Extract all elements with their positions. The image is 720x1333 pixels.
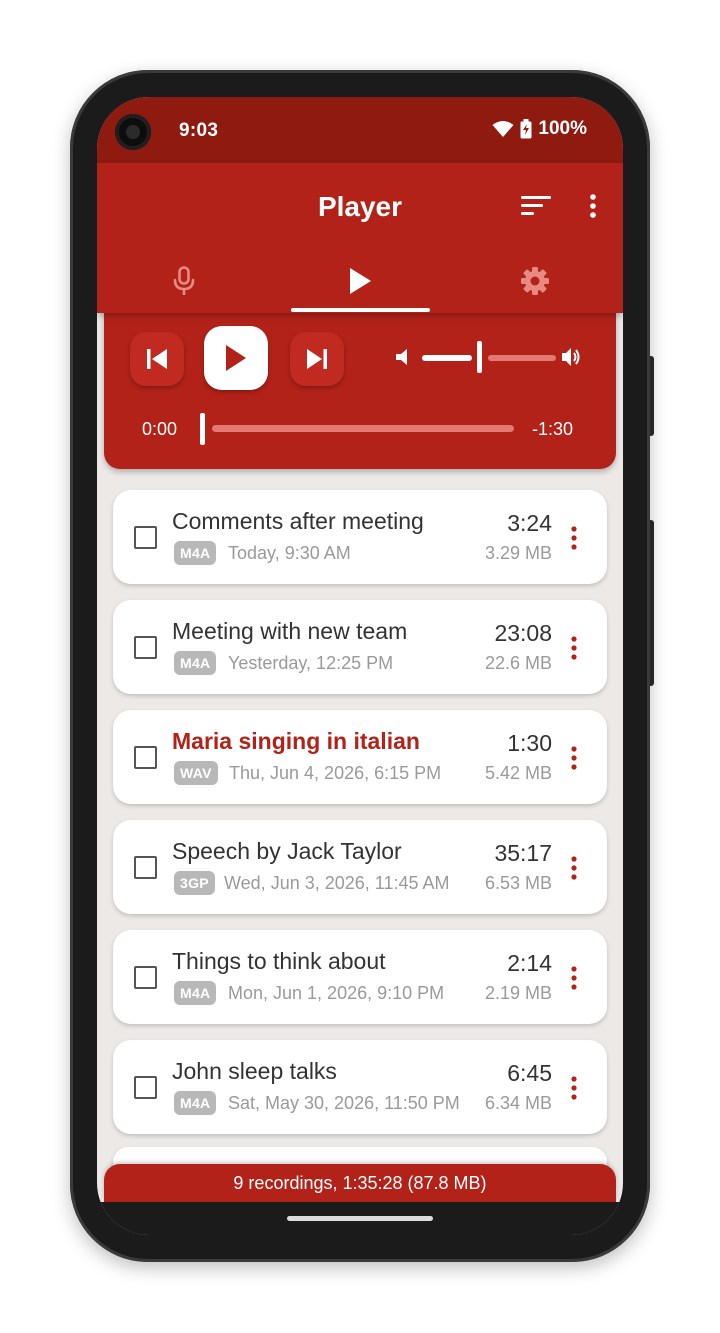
volume-slider-track[interactable] — [488, 355, 556, 361]
recording-card-active[interactable]: Maria singing in italian WAV Thu, Jun 4,… — [113, 710, 607, 804]
screen: 9:03 100% Player 0:00 -1:30 Comments aft… — [97, 97, 623, 1235]
recording-card[interactable]: Comments after meeting M4A Today, 9:30 A… — [113, 490, 607, 584]
more-vert-icon[interactable] — [583, 193, 603, 219]
select-checkbox[interactable] — [134, 1076, 157, 1099]
recording-card[interactable]: Speech by Jack Taylor 3GP Wed, Jun 3, 20… — [113, 820, 607, 914]
recording-date: Yesterday, 12:25 PM — [228, 653, 394, 673]
recording-date: Thu, Jun 4, 2026, 6:15 PM — [229, 763, 442, 783]
recording-size: 22.6 MB — [484, 653, 552, 673]
select-checkbox[interactable] — [134, 526, 157, 549]
tab-record[interactable] — [114, 253, 254, 309]
select-checkbox[interactable] — [134, 746, 157, 769]
recording-name: Things to think about — [172, 948, 386, 974]
previous-button[interactable] — [130, 332, 184, 386]
volume-high-icon — [562, 348, 580, 366]
recording-card[interactable]: Things to think about M4A Mon, Jun 1, 20… — [113, 930, 607, 1024]
recording-name: Maria singing in italian — [172, 728, 420, 754]
recording-duration: 3:24 — [507, 510, 552, 536]
select-checkbox[interactable] — [134, 636, 157, 659]
status-time: 9:03 — [179, 120, 219, 141]
seek-bar-thumb[interactable] — [200, 413, 205, 445]
home-gesture-pill[interactable] — [287, 1216, 433, 1221]
recording-card[interactable]: John sleep talks M4A Sat, May 30, 2026, … — [113, 1040, 607, 1134]
recording-duration: 6:45 — [507, 1060, 552, 1086]
more-vert-icon[interactable] — [570, 526, 578, 550]
volume-slider-fill[interactable] — [422, 355, 472, 361]
tab-indicator — [291, 308, 430, 312]
next-button[interactable] — [290, 332, 344, 386]
format-badge: WAV — [174, 761, 218, 785]
elapsed-time: 0:00 — [142, 419, 178, 439]
remaining-time: -1:30 — [532, 419, 574, 439]
recording-duration: 23:08 — [494, 620, 552, 646]
play-icon — [226, 345, 246, 371]
recording-name: Comments after meeting — [172, 508, 424, 534]
select-checkbox[interactable] — [134, 856, 157, 879]
mic-icon — [173, 266, 195, 295]
format-badge: M4A — [174, 981, 217, 1005]
sort-icon[interactable] — [521, 193, 551, 219]
more-vert-icon[interactable] — [570, 966, 578, 990]
volume-low-icon — [396, 349, 407, 365]
more-vert-icon[interactable] — [570, 1076, 578, 1100]
skip-previous-icon — [147, 349, 167, 369]
recording-date: Wed, Jun 3, 2026, 11:45 AM — [224, 873, 450, 893]
more-vert-icon[interactable] — [570, 856, 578, 880]
recording-name: John sleep talks — [172, 1058, 337, 1084]
battery-percentage: 100% — [538, 118, 587, 139]
tab-player[interactable] — [290, 253, 430, 309]
volume-slider-thumb[interactable] — [477, 341, 482, 373]
seek-bar[interactable] — [212, 425, 514, 432]
gear-icon — [521, 267, 549, 295]
recording-duration: 2:14 — [507, 950, 552, 976]
format-badge: 3GP — [174, 871, 215, 895]
player-panel: 0:00 -1:30 — [104, 307, 616, 469]
select-checkbox[interactable] — [134, 966, 157, 989]
recording-duration: 35:17 — [494, 840, 552, 866]
recording-size: 6.34 MB — [484, 1093, 552, 1113]
recording-name: Speech by Jack Taylor — [172, 838, 402, 864]
format-badge: M4A — [174, 651, 217, 675]
recording-size: 3.29 MB — [484, 543, 552, 563]
play-icon — [350, 268, 371, 294]
status-icons: 100% — [492, 118, 587, 140]
recording-date: Mon, Jun 1, 2026, 9:10 PM — [228, 983, 445, 1003]
recording-card[interactable]: Meeting with new team M4A Yesterday, 12:… — [113, 600, 607, 694]
recording-size: 5.42 MB — [484, 763, 552, 783]
tab-settings[interactable] — [465, 253, 605, 309]
wifi-icon — [492, 121, 514, 137]
recording-name: Meeting with new team — [172, 618, 408, 644]
recording-date: Sat, May 30, 2026, 11:50 PM — [228, 1093, 460, 1113]
battery-charging-icon — [520, 119, 532, 139]
recording-duration: 1:30 — [507, 730, 552, 756]
recording-date: Today, 9:30 AM — [228, 543, 351, 563]
format-badge: M4A — [174, 541, 217, 565]
app-bar: Player — [97, 163, 623, 313]
status-bar: 9:03 100% — [97, 97, 623, 163]
skip-next-icon — [307, 349, 327, 369]
more-vert-icon[interactable] — [570, 636, 578, 660]
front-camera — [115, 114, 151, 150]
more-vert-icon[interactable] — [570, 746, 578, 770]
recordings-summary-bar: 9 recordings, 1:35:28 (87.8 MB) — [104, 1164, 616, 1202]
play-button[interactable] — [204, 326, 268, 390]
recording-size: 2.19 MB — [484, 983, 552, 1003]
format-badge: M4A — [174, 1091, 217, 1115]
recording-size: 6.53 MB — [484, 873, 552, 893]
